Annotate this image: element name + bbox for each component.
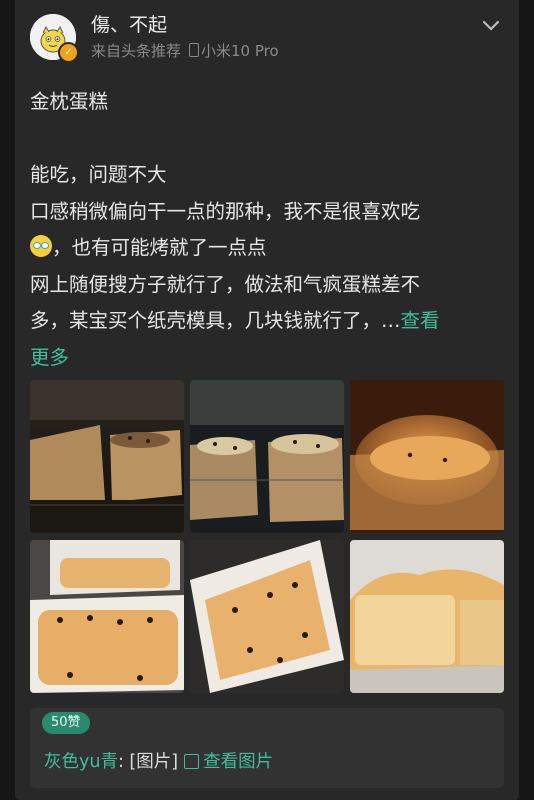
chevron-down-icon[interactable] xyxy=(481,16,501,36)
comment-author[interactable]: 灰色yu青 xyxy=(44,752,118,772)
cake-photo-cooled-1[interactable] xyxy=(30,540,184,693)
post-meta: 来自头条推荐 小米10 Pro xyxy=(91,40,279,61)
comment-text: : [图片] xyxy=(117,752,179,772)
view-image-link[interactable]: 查看图片 xyxy=(203,752,273,772)
post-line: ，也有可能烤就了一点点 xyxy=(30,230,505,267)
post-header: ✓ 傷、不起 来自头条推荐 小米10 Pro xyxy=(15,0,519,70)
cake-photo-oven-3[interactable] xyxy=(350,380,504,533)
username[interactable]: 傷、不起 xyxy=(91,10,167,37)
cake-photo-cross-section[interactable] xyxy=(350,540,504,693)
avatar[interactable]: ✓ xyxy=(30,14,79,63)
post-line: 网上随便搜方子就行了，做法和气疯蛋糕差不 xyxy=(30,272,421,296)
likes-badge[interactable]: 50赞 xyxy=(42,712,90,734)
cake-photo-cooled-2[interactable] xyxy=(190,540,344,693)
post-device: 小米10 Pro xyxy=(201,42,279,60)
likes-and-comments: 50赞 灰色yu青: [图片] 查看图片 xyxy=(30,708,504,788)
comment-preview[interactable]: 灰色yu青: [图片] 查看图片 xyxy=(44,748,273,773)
post-source: 来自头条推荐 xyxy=(91,42,182,60)
photo-grid xyxy=(30,380,504,694)
phone-icon xyxy=(189,43,200,57)
verified-badge-icon: ✓ xyxy=(58,42,79,63)
sweat-smile-emoji-icon xyxy=(30,235,52,257)
post-line: 口感稍微偏向干一点的那种，我不是很喜欢吃 xyxy=(30,199,421,223)
post-card: ✓ 傷、不起 来自头条推荐 小米10 Pro 金枕蛋糕 能吃，问题不大 口感稍微偏… xyxy=(15,0,519,800)
cake-photo-oven-2[interactable] xyxy=(190,380,344,533)
cake-photo-oven-1[interactable] xyxy=(30,380,184,533)
post-line-text: ，也有可能烤就了一点点 xyxy=(52,236,267,259)
expand-more-link[interactable]: 查看 xyxy=(401,309,440,332)
post-line: 能吃，问题不大 xyxy=(30,163,167,186)
expand-more-link-cont[interactable]: 更多 xyxy=(30,346,69,369)
post-title: 金枕蛋糕 xyxy=(30,90,109,113)
image-icon xyxy=(184,754,200,769)
post-line: 多，某宝买个纸壳模具，几块钱就行了，…查看 xyxy=(30,303,505,340)
post-line: 更多 xyxy=(30,340,505,377)
post-line-text: 多，某宝买个纸壳模具，几块钱就行了，… xyxy=(30,309,401,332)
post-content: 金枕蛋糕 能吃，问题不大 口感稍微偏向干一点的那种，我不是很喜欢吃 ，也有可能烤… xyxy=(30,84,505,376)
